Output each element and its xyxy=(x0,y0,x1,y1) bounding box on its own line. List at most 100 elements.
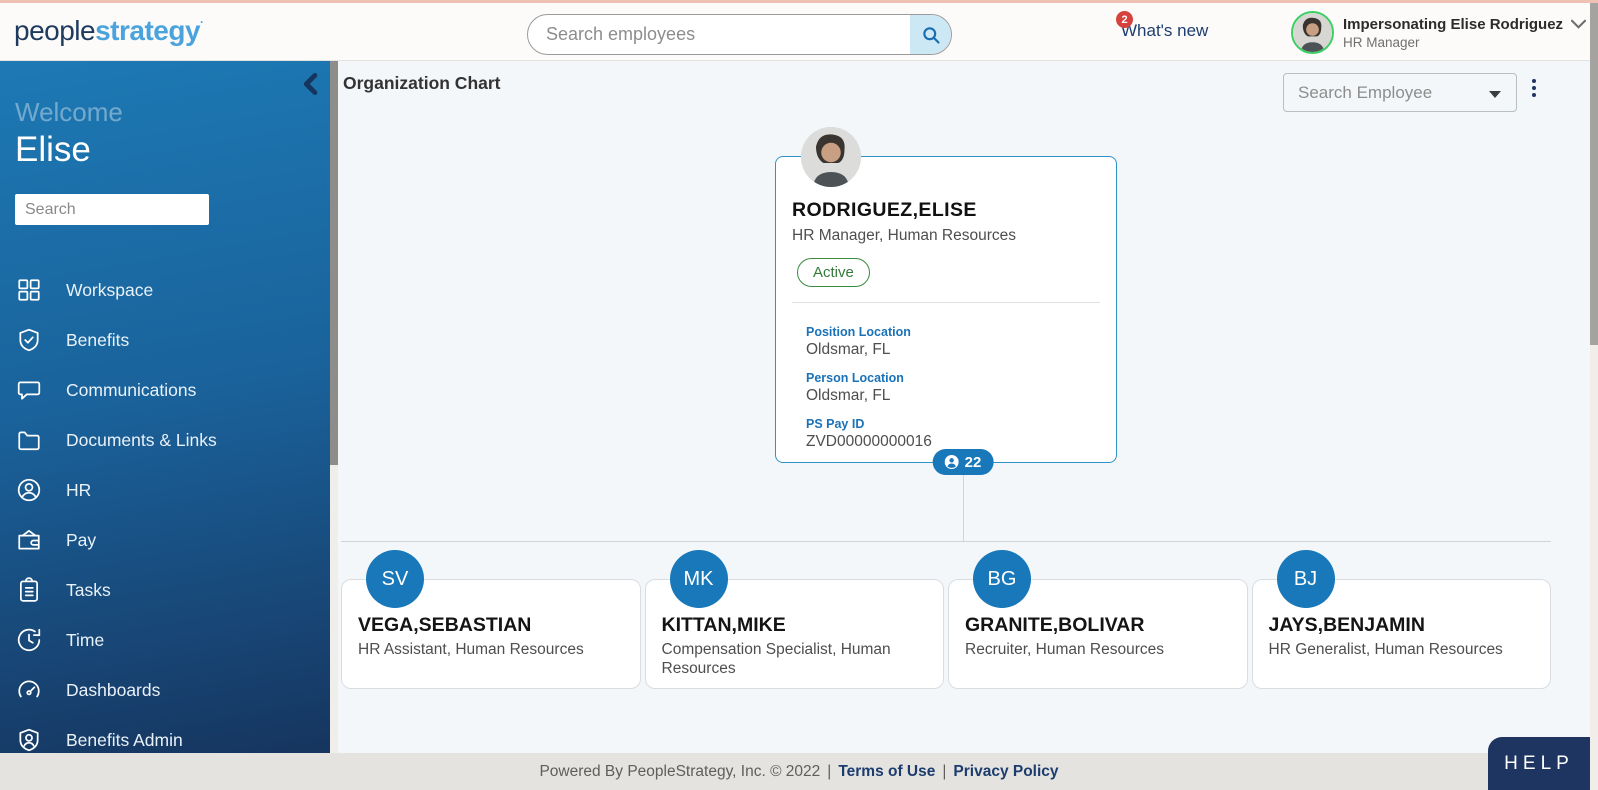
welcome-greeting: Welcome xyxy=(15,97,330,128)
terms-of-use-link[interactable]: Terms of Use xyxy=(838,763,935,781)
sidebar-item-label: Workspace xyxy=(66,280,153,301)
search-employees-input[interactable] xyxy=(528,15,910,54)
employee-name: VEGA,SEBASTIAN xyxy=(358,614,640,637)
profile-role: HR Manager xyxy=(1343,35,1586,50)
sidebar-collapse-button[interactable] xyxy=(302,73,318,100)
employee-name: RODRIGUEZ,ELISE xyxy=(792,199,1116,222)
org-card-vega-sebastian[interactable]: SV VEGA,SEBASTIAN HR Assistant, Human Re… xyxy=(341,579,641,689)
notification-badge: 2 xyxy=(1116,11,1133,28)
kebab-dot xyxy=(1532,93,1536,97)
org-card-kittan-mike[interactable]: MK KITTAN,MIKE Compensation Specialist, … xyxy=(645,579,945,689)
profile-menu[interactable]: Impersonating Elise Rodriguez HR Manager xyxy=(1291,11,1586,54)
profile-name: Impersonating Elise Rodriguez xyxy=(1343,16,1563,33)
employee-search-bar xyxy=(527,14,952,55)
initials-avatar: BJ xyxy=(1277,550,1335,608)
employee-name: KITTAN,MIKE xyxy=(662,614,944,637)
employee-fields: Position Location Oldsmar, FL Person Loc… xyxy=(806,325,1116,451)
field-label: Position Location xyxy=(806,325,1116,339)
sidebar-item-label: Tasks xyxy=(66,580,111,601)
field-label: PS Pay ID xyxy=(806,417,1116,431)
employee-title: Recruiter, Human Resources xyxy=(965,640,1231,659)
footer-separator: | xyxy=(827,763,831,781)
footer-powered-by: Powered By PeopleStrategy, Inc. © 2022 xyxy=(539,763,820,781)
org-card-root[interactable]: RODRIGUEZ,ELISE HR Manager, Human Resour… xyxy=(775,156,1117,463)
org-connector-vertical xyxy=(963,475,964,541)
employee-name: JAYS,BENJAMIN xyxy=(1269,614,1551,637)
clock-icon xyxy=(16,627,42,653)
search-button[interactable] xyxy=(910,15,951,54)
sidebar-item-benefits-admin[interactable]: Benefits Admin xyxy=(0,715,330,753)
sidebar-item-communications[interactable]: Communications xyxy=(0,365,330,415)
person-circle-icon xyxy=(16,477,42,503)
page-title: Organization Chart xyxy=(343,73,501,94)
org-connector-horizontal xyxy=(341,541,1551,542)
initials-avatar: BG xyxy=(973,550,1031,608)
sidebar-item-label: Time xyxy=(66,630,104,651)
whats-new-label: What's new xyxy=(1121,21,1208,40)
org-card-jays-benjamin[interactable]: BJ JAYS,BENJAMIN HR Generalist, Human Re… xyxy=(1252,579,1552,689)
sidebar-nav: Workspace Benefits Communications Docume… xyxy=(0,265,330,753)
sidebar-item-hr[interactable]: HR xyxy=(0,465,330,515)
org-children-row: SV VEGA,SEBASTIAN HR Assistant, Human Re… xyxy=(341,579,1551,689)
kebab-menu-button[interactable] xyxy=(1527,77,1541,99)
chevron-left-icon xyxy=(302,73,318,95)
gauge-icon xyxy=(16,677,42,703)
sidebar-scrollbar[interactable] xyxy=(330,61,338,753)
org-search-employee-select[interactable]: Search Employee xyxy=(1283,73,1517,112)
search-icon xyxy=(921,25,941,45)
sidebar-scrollbar-thumb[interactable] xyxy=(330,61,338,465)
wallet-icon xyxy=(16,527,42,553)
welcome-name: Elise xyxy=(15,130,330,170)
initials-avatar: SV xyxy=(366,550,424,608)
card-divider xyxy=(792,302,1100,303)
field-label: Person Location xyxy=(806,371,1116,385)
chevron-down-icon[interactable] xyxy=(1571,19,1586,29)
sidebar-item-dashboards[interactable]: Dashboards xyxy=(0,665,330,715)
employee-photo-image xyxy=(801,127,861,187)
employee-photo xyxy=(801,127,861,187)
help-button[interactable]: HELP xyxy=(1488,737,1590,790)
sidebar-item-label: HR xyxy=(66,480,91,501)
status-badge: Active xyxy=(797,258,870,287)
footer: Powered By PeopleStrategy, Inc. © 2022 |… xyxy=(0,753,1598,790)
sidebar-item-workspace[interactable]: Workspace xyxy=(0,265,330,315)
shield-check-icon xyxy=(16,327,42,353)
main-content: Organization Chart Search Employee RODRI… xyxy=(338,61,1590,753)
sidebar-item-time[interactable]: Time xyxy=(0,615,330,665)
welcome-block: Welcome Elise xyxy=(15,97,330,170)
sidebar-item-tasks[interactable]: Tasks xyxy=(0,565,330,615)
sidebar-item-label: Pay xyxy=(66,530,96,551)
footer-separator: | xyxy=(942,763,946,781)
employee-title: HR Assistant, Human Resources xyxy=(358,640,624,659)
page-scrollbar[interactable] xyxy=(1590,3,1598,790)
chat-bubble-icon xyxy=(16,377,42,403)
sidebar-item-label: Communications xyxy=(66,380,196,401)
page-scrollbar-thumb[interactable] xyxy=(1590,3,1598,345)
grid-icon xyxy=(16,277,42,303)
employee-name: GRANITE,BOLIVAR xyxy=(965,614,1247,637)
sidebar-search-input[interactable] xyxy=(15,194,209,225)
person-icon xyxy=(945,455,959,469)
employee-title: Compensation Specialist, Human Resources xyxy=(662,640,928,679)
org-card-granite-bolivar[interactable]: BG GRANITE,BOLIVAR Recruiter, Human Reso… xyxy=(948,579,1248,689)
sidebar-item-benefits[interactable]: Benefits xyxy=(0,315,330,365)
field-value: Oldsmar, FL xyxy=(806,387,1116,405)
top-header: peoplestrategy· 2 What's new Impersonati… xyxy=(0,0,1598,61)
avatar xyxy=(1291,11,1334,54)
sidebar-item-pay[interactable]: Pay xyxy=(0,515,330,565)
logo-trademark: · xyxy=(200,15,204,29)
kebab-dot xyxy=(1532,79,1536,83)
field-position-location: Position Location Oldsmar, FL xyxy=(806,325,1116,359)
sidebar-item-label: Documents & Links xyxy=(66,430,217,451)
privacy-policy-link[interactable]: Privacy Policy xyxy=(953,763,1058,781)
peoplestrategy-logo[interactable]: peoplestrategy· xyxy=(14,15,204,47)
folder-icon xyxy=(16,427,42,453)
field-ps-pay-id: PS Pay ID ZVD00000000016 xyxy=(806,417,1116,451)
direct-reports-badge[interactable]: 22 xyxy=(933,449,994,475)
whats-new-link[interactable]: 2 What's new xyxy=(1121,21,1208,41)
sidebar-item-documents-links[interactable]: Documents & Links xyxy=(0,415,330,465)
logo-part2: strategy xyxy=(95,15,200,46)
kebab-dot xyxy=(1532,86,1536,90)
field-value: Oldsmar, FL xyxy=(806,341,1116,359)
sidebar-item-label: Benefits Admin xyxy=(66,730,183,751)
